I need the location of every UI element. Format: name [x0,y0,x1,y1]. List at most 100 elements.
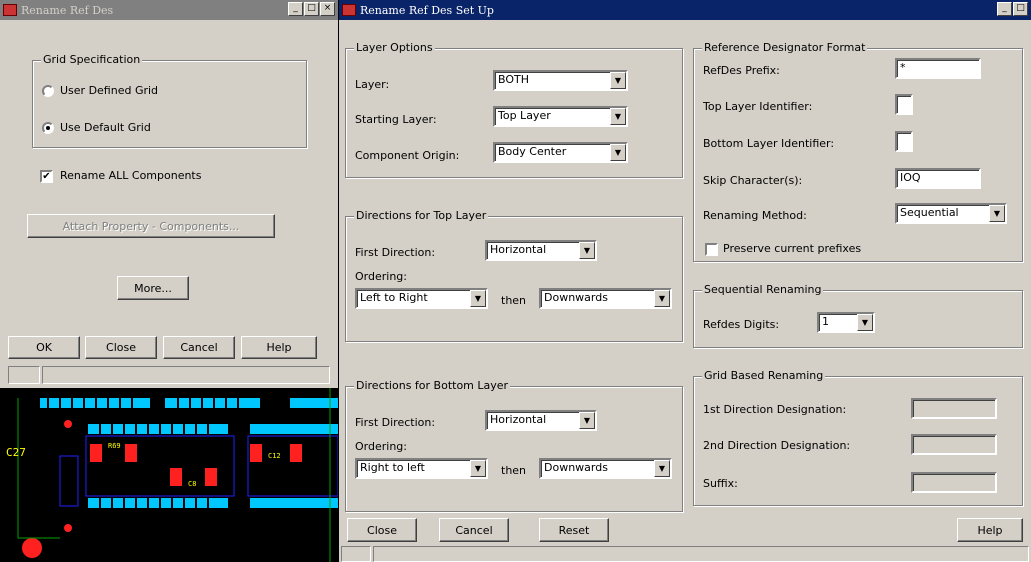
chevron-down-icon[interactable]: ▼ [989,205,1005,222]
bottom-ordering-second-value: Downwards [544,461,608,474]
preserve-prefixes-checkbox[interactable] [705,243,718,256]
chevron-down-icon[interactable]: ▼ [610,72,626,89]
ok-button[interactable]: OK [8,336,80,359]
refdes-format-group: Reference Designator Format [693,41,1023,262]
chevron-down-icon[interactable]: ▼ [610,108,626,125]
refdes-digits-value: 1 [822,315,829,328]
bottom-layer-identifier-input[interactable] [895,131,913,152]
renaming-method-value: Sequential [900,206,959,219]
bottom-layer-identifier-label: Bottom Layer Identifier: [703,137,835,150]
refdes-prefix-label: RefDes Prefix: [703,64,780,77]
close-icon[interactable]: × [320,2,335,16]
user-defined-grid-radio[interactable] [42,85,54,97]
pcb-ref-3: C8 [188,480,196,488]
attach-property-button[interactable]: Attach Property - Components... [27,214,275,238]
suffix-input[interactable] [911,472,997,493]
bottom-ordering-first-value: Right to left [360,461,425,474]
component-origin-value: Body Center [498,145,567,158]
right-titlebar[interactable]: Rename Ref Des Set Up _ □ [339,0,1031,20]
bottom-first-direction-select[interactable]: Horizontal ▼ [485,410,597,431]
refdes-digits-label: Refdes Digits: [703,318,780,331]
refdes-prefix-input[interactable]: * [895,58,981,79]
rename-all-checkbox[interactable]: ✔ [40,170,53,183]
left-cancel-button[interactable]: Cancel [163,336,235,359]
bottom-ordering-second-select[interactable]: Downwards ▼ [539,458,672,479]
use-default-grid-label: Use Default Grid [60,121,151,134]
component-origin-label: Component Origin: [355,149,460,162]
renaming-method-select[interactable]: Sequential ▼ [895,203,1007,224]
second-direction-designation-label: 2nd Direction Designation: [703,439,851,452]
use-default-grid-radio[interactable] [42,122,54,134]
chevron-down-icon[interactable]: ▼ [654,290,670,307]
first-direction-designation-input[interactable] [911,398,997,419]
bottom-then-label: then [501,464,527,477]
left-help-button[interactable]: Help [241,336,317,359]
pcb-preview: C27 R69 C12 C8 [0,388,338,562]
layer-value: BOTH [498,73,530,86]
refdes-format-legend: Reference Designator Format [702,41,868,54]
top-ordering-first-value: Left to Right [360,291,428,304]
right-window-title: Rename Ref Des Set Up [360,3,494,17]
preserve-prefixes-label: Preserve current prefixes [723,242,862,255]
top-ordering-second-value: Downwards [544,291,608,304]
starting-layer-label: Starting Layer: [355,113,437,126]
first-direction-designation-label: 1st Direction Designation: [703,403,847,416]
minimize-icon[interactable]: _ [288,2,303,16]
starting-layer-select[interactable]: Top Layer ▼ [493,106,628,127]
second-direction-designation-input[interactable] [911,434,997,455]
suffix-label: Suffix: [703,477,738,490]
layer-options-legend: Layer Options [354,41,435,54]
maximize-icon[interactable]: □ [304,2,319,16]
left-status-cell-1 [8,366,40,384]
top-layer-identifier-label: Top Layer Identifier: [703,100,813,113]
skip-characters-input[interactable]: IOQ [895,168,981,189]
top-ordering-label: Ordering: [355,270,407,283]
grid-spec-legend: Grid Specification [41,53,143,66]
top-ordering-second-select[interactable]: Downwards ▼ [539,288,672,309]
rename-ref-des-window: Rename Ref Des _ □ × Grid Specification … [0,0,338,388]
layer-select[interactable]: BOTH ▼ [493,70,628,91]
app-icon [342,4,356,16]
chevron-down-icon[interactable]: ▼ [579,242,595,259]
top-first-direction-value: Horizontal [490,243,547,256]
right-cancel-button[interactable]: Cancel [439,518,509,542]
minimize-icon[interactable]: _ [997,2,1012,16]
chevron-down-icon[interactable]: ▼ [654,460,670,477]
refdes-digits-select[interactable]: 1 ▼ [817,312,875,333]
bottom-layer-legend: Directions for Bottom Layer [354,379,511,392]
renaming-method-label: Renaming Method: [703,209,807,222]
left-close-button[interactable]: Close [85,336,157,359]
top-first-direction-label: First Direction: [355,246,436,259]
user-defined-grid-label: User Defined Grid [60,84,159,97]
chevron-down-icon[interactable]: ▼ [470,290,486,307]
pcb-graphic: C27 R69 C12 C8 [6,388,338,562]
top-first-direction-select[interactable]: Horizontal ▼ [485,240,597,261]
right-status-cell-2 [373,546,1029,562]
top-layer-identifier-input[interactable] [895,94,913,115]
bottom-ordering-label: Ordering: [355,440,407,453]
top-layer-legend: Directions for Top Layer [354,209,489,222]
pcb-label-c27: C27 [6,446,26,459]
maximize-icon[interactable]: □ [1013,2,1028,16]
chevron-down-icon[interactable]: ▼ [470,460,486,477]
bottom-ordering-first-select[interactable]: Right to left ▼ [355,458,488,479]
component-origin-select[interactable]: Body Center ▼ [493,142,628,163]
reset-button[interactable]: Reset [539,518,609,542]
left-window-title: Rename Ref Des [21,3,114,17]
pcb-ref-1: R69 [108,442,121,450]
top-then-label: then [501,294,527,307]
bottom-first-direction-value: Horizontal [490,413,547,426]
sequential-renaming-legend: Sequential Renaming [702,283,824,296]
chevron-down-icon[interactable]: ▼ [857,314,873,331]
more-button[interactable]: More... [117,276,189,300]
right-help-button[interactable]: Help [957,518,1023,542]
chevron-down-icon[interactable]: ▼ [579,412,595,429]
right-status-cell-1 [341,546,371,562]
top-ordering-first-select[interactable]: Left to Right ▼ [355,288,488,309]
left-titlebar[interactable]: Rename Ref Des _ □ × [0,0,338,20]
right-close-button[interactable]: Close [347,518,417,542]
starting-layer-value: Top Layer [498,109,551,122]
bottom-first-direction-label: First Direction: [355,416,436,429]
rename-all-label: Rename ALL Components [60,169,202,182]
chevron-down-icon[interactable]: ▼ [610,144,626,161]
